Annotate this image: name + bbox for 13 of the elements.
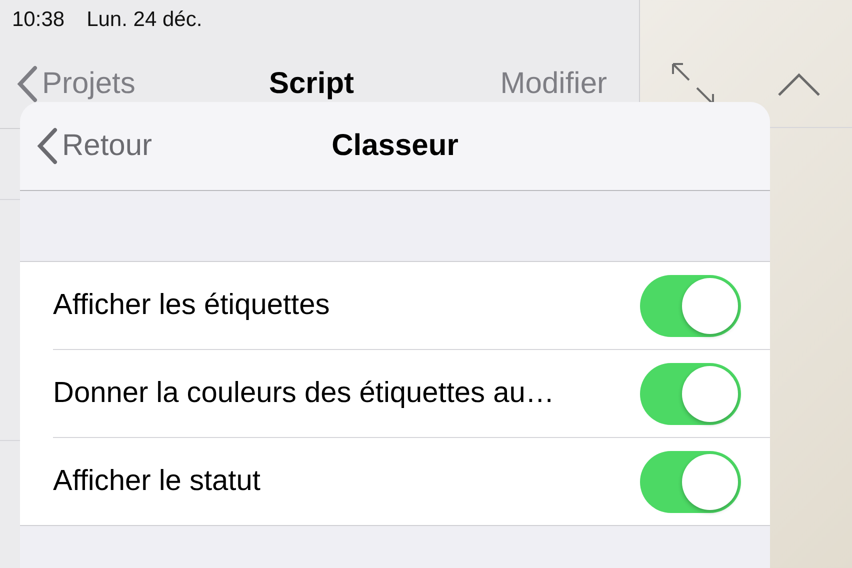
status-time: 10:38 [12, 8, 65, 32]
chevron-left-icon [16, 65, 38, 103]
chevron-left-icon [36, 127, 58, 165]
chevron-up-icon[interactable] [777, 70, 821, 96]
nav-title: Script [268, 67, 354, 101]
popover-title: Classeur [332, 129, 458, 163]
back-link[interactable]: Projets [16, 65, 269, 103]
status-date: Lun. 24 déc. [86, 8, 202, 32]
setting-label: Donner la couleurs des étiquettes au… [53, 377, 554, 410]
setting-label: Afficher les étiquettes [53, 289, 330, 322]
setting-label: Afficher le statut [53, 465, 260, 498]
edit-link[interactable]: Modifier [500, 67, 607, 101]
back-link[interactable]: Retour [36, 127, 332, 165]
